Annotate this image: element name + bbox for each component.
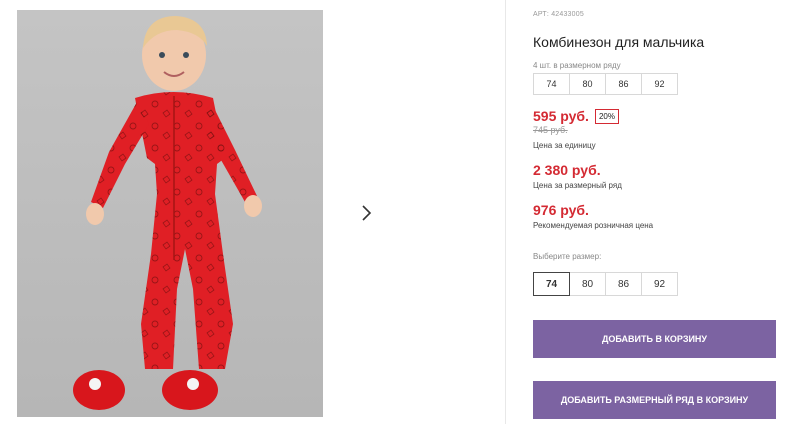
add-to-cart-button[interactable]: Добавить в корзину <box>533 320 776 358</box>
child-onesie-illustration <box>17 10 323 417</box>
size-selector: 74 80 86 92 <box>533 272 678 296</box>
size-option-92[interactable]: 92 <box>641 272 678 296</box>
article-number: АРТ: 42433005 <box>533 11 584 18</box>
recommended-retail-price: 976 руб. <box>533 202 589 218</box>
rrp-label: Рекомендуемая розничная цена <box>533 221 654 230</box>
size-option-80[interactable]: 80 <box>569 272 606 296</box>
pack-price: 2 380 руб. <box>533 162 601 178</box>
discount-badge: 20% <box>594 108 619 124</box>
product-title: Комбинезон для мальчика <box>533 34 705 50</box>
pack-size-chip: 86 <box>605 73 642 95</box>
old-price: 745 руб. <box>533 125 568 135</box>
chevron-right-icon <box>361 204 371 221</box>
pack-sizes-row: 74 80 86 92 <box>533 73 678 95</box>
product-photo[interactable] <box>17 10 323 417</box>
unit-price-block: 595 руб. 20% <box>533 108 619 124</box>
size-option-74[interactable]: 74 <box>533 272 570 296</box>
choose-size-label: Выберите размер: <box>533 252 602 261</box>
size-option-86[interactable]: 86 <box>605 272 642 296</box>
add-pack-to-cart-button[interactable]: Добавить размерный ряд в корзину <box>533 381 776 419</box>
unit-price-label: Цена за единицу <box>533 141 596 150</box>
pack-size-chip: 92 <box>641 73 678 95</box>
next-image-button[interactable] <box>347 194 384 231</box>
product-gallery <box>0 0 505 424</box>
pack-size-note: 4 шт. в размерном ряду <box>533 61 621 70</box>
pack-price-label: Цена за размерный ряд <box>533 181 622 190</box>
pack-size-chip: 74 <box>533 73 570 95</box>
column-divider <box>505 0 506 424</box>
pack-size-chip: 80 <box>569 73 606 95</box>
unit-price: 595 руб. <box>533 108 589 124</box>
